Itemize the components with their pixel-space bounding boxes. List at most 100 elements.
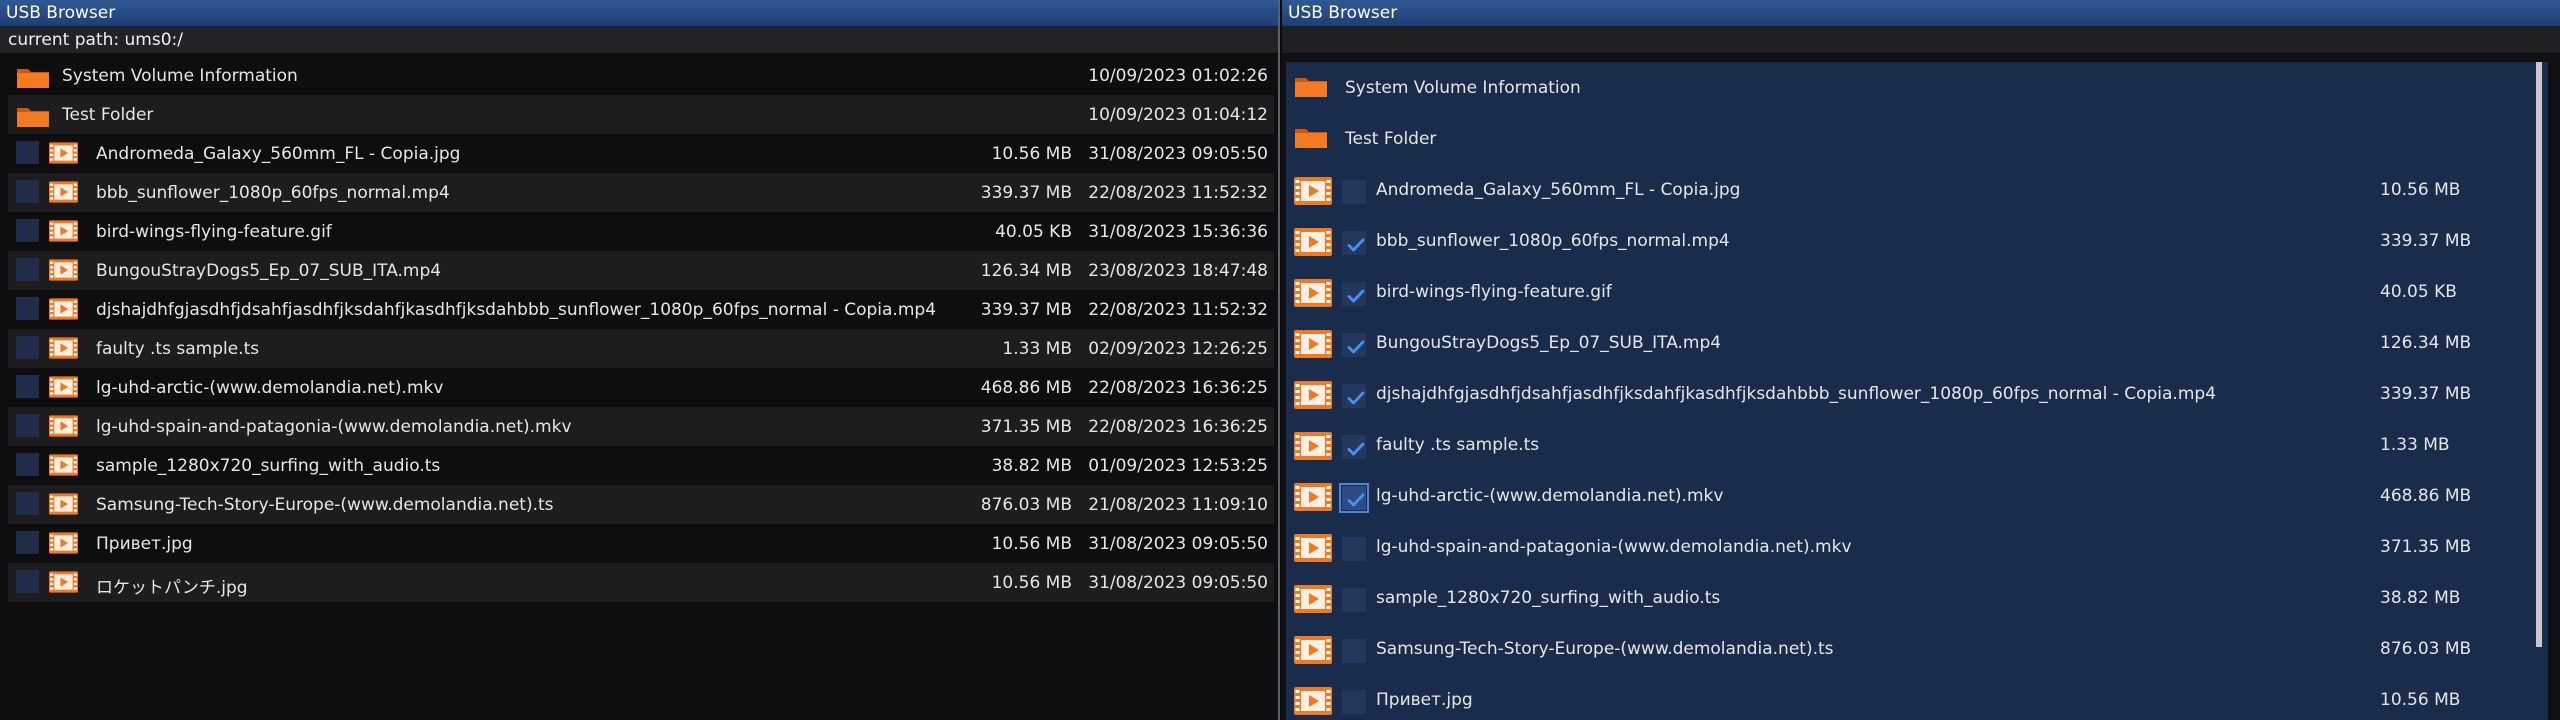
- file-name: faulty .ts sample.ts: [1376, 435, 1540, 455]
- file-row[interactable]: lg-uhd-spain-and-patagonia-(www.demoland…: [8, 407, 1274, 446]
- selection-checkbox[interactable]: [16, 531, 39, 554]
- file-name: sample_1280x720_surfing_with_audio.ts: [1376, 588, 1721, 608]
- selection-checkbox[interactable]: [16, 414, 39, 437]
- file-row[interactable]: lg-uhd-arctic-(www.demolandia.net).mkv 46…: [8, 368, 1274, 407]
- file-size: 339.37 MB: [980, 300, 1072, 320]
- video-file-icon: [1294, 483, 1332, 516]
- file-row[interactable]: BungouStrayDogs5_Ep_07_SUB_ITA.mp4 126.34…: [1286, 319, 2526, 370]
- file-row[interactable]: djshajdhfgjasdhfjdsahfjasdhfjksdahfjkasd…: [8, 290, 1274, 329]
- file-name: djshajdhfgjasdhfjdsahfjasdhfjksdahfjkasd…: [1376, 384, 2217, 404]
- video-file-icon: [49, 259, 78, 286]
- video-file-icon: [1294, 687, 1332, 720]
- file-size: 40.05 KB: [2380, 282, 2457, 302]
- file-date: 10/09/2023 01:04:12: [1088, 105, 1268, 125]
- file-row[interactable]: Samsung-Tech-Story-Europe-(www.demolandi…: [1286, 625, 2526, 676]
- selection-checkbox[interactable]: [16, 492, 39, 515]
- file-row[interactable]: Andromeda_Galaxy_560mm_FL - Copia.jpg 10.…: [1286, 166, 2526, 217]
- file-size: 10.56 MB: [2380, 180, 2461, 200]
- file-size: 371.35 MB: [980, 417, 1072, 437]
- file-size: 10.56 MB: [2380, 690, 2461, 710]
- file-row[interactable]: Andromeda_Galaxy_560mm_FL - Copia.jpg 10.…: [8, 134, 1274, 173]
- file-name: bird-wings-flying-feature.gif: [96, 222, 332, 242]
- file-row[interactable]: BungouStrayDogs5_Ep_07_SUB_ITA.mp4 126.34…: [8, 251, 1274, 290]
- selection-checkbox[interactable]: [16, 141, 39, 164]
- file-size: 126.34 MB: [2380, 333, 2472, 353]
- file-name: System Volume Information: [1345, 78, 1581, 98]
- file-row[interactable]: sample_1280x720_surfing_with_audio.ts 38.…: [1286, 574, 2526, 625]
- file-row[interactable]: faulty .ts sample.ts 1.33 MB 02/09/2023 12…: [8, 329, 1274, 368]
- selection-checkbox[interactable]: [1342, 180, 1366, 204]
- selection-checkbox[interactable]: [16, 570, 39, 593]
- selection-checkbox[interactable]: [1342, 231, 1366, 255]
- scrollbar[interactable]: [2536, 62, 2542, 647]
- file-name: System Volume Information: [62, 66, 298, 86]
- file-size: 38.82 MB: [2380, 588, 2461, 608]
- selection-checkbox[interactable]: [16, 258, 39, 281]
- file-date: 21/08/2023 11:09:10: [1088, 495, 1268, 515]
- window-title: USB Browser: [1282, 0, 2560, 27]
- file-row[interactable]: Samsung-Tech-Story-Europe-(www.demolandi…: [8, 485, 1274, 524]
- file-name: bbb_sunflower_1080p_60fps_normal.mp4: [1376, 231, 1730, 251]
- file-date: 23/08/2023 18:47:48: [1088, 261, 1268, 281]
- selection-checkbox[interactable]: [1342, 435, 1366, 459]
- selection-checkbox[interactable]: [16, 336, 39, 359]
- selection-checkbox[interactable]: [16, 453, 39, 476]
- video-file-icon: [1294, 534, 1332, 567]
- video-file-icon: [49, 181, 78, 208]
- file-size: 339.37 MB: [980, 183, 1072, 203]
- file-row[interactable]: bbb_sunflower_1080p_60fps_normal.mp4 339.…: [8, 173, 1274, 212]
- file-size: 876.03 MB: [2380, 639, 2472, 659]
- file-row[interactable]: faulty .ts sample.ts 1.33 MB: [1286, 421, 2526, 472]
- selection-checkbox[interactable]: [1342, 384, 1366, 408]
- file-row[interactable]: lg-uhd-spain-and-patagonia-(www.demoland…: [1286, 523, 2526, 574]
- selection-checkbox[interactable]: [16, 297, 39, 320]
- file-size: 40.05 KB: [995, 222, 1072, 242]
- file-row[interactable]: bird-wings-flying-feature.gif 40.05 KB: [1286, 268, 2526, 319]
- selection-checkbox[interactable]: [16, 219, 39, 242]
- file-size: 468.86 MB: [2380, 486, 2472, 506]
- file-name: lg-uhd-arctic-(www.demolandia.net).mkv: [1376, 486, 1724, 506]
- file-row[interactable]: sample_1280x720_surfing_with_audio.ts 38.…: [8, 446, 1274, 485]
- file-size: 339.37 MB: [2380, 231, 2472, 251]
- file-name: Samsung-Tech-Story-Europe-(www.demolandi…: [1376, 639, 1834, 659]
- selection-checkbox[interactable]: [1342, 588, 1366, 612]
- file-row[interactable]: lg-uhd-arctic-(www.demolandia.net).mkv 46…: [1286, 472, 2526, 523]
- file-row[interactable]: djshajdhfgjasdhfjdsahfjasdhfjksdahfjkasd…: [1286, 370, 2526, 421]
- selection-checkbox[interactable]: [1342, 537, 1366, 561]
- file-size: 371.35 MB: [2380, 537, 2472, 557]
- file-name: lg-uhd-spain-and-patagonia-(www.demoland…: [1376, 537, 1852, 557]
- video-file-icon: [1294, 432, 1332, 465]
- video-file-icon: [49, 220, 78, 247]
- file-name: BungouStrayDogs5_Ep_07_SUB_ITA.mp4: [1376, 333, 1722, 353]
- file-row[interactable]: bird-wings-flying-feature.gif 40.05 KB 31/…: [8, 212, 1274, 251]
- file-name: Test Folder: [62, 105, 154, 125]
- file-row[interactable]: ロケットパンチ.jpg 10.56 MB 31/08/2023 09:05:50: [8, 563, 1274, 602]
- folder-row[interactable]: Test Folder 10/09/2023 01:04:12: [8, 95, 1274, 134]
- video-file-icon: [1294, 279, 1332, 312]
- file-size: 10.56 MB: [991, 534, 1072, 554]
- selection-checkbox[interactable]: [1342, 639, 1366, 663]
- selection-checkbox[interactable]: [1342, 333, 1366, 357]
- file-row[interactable]: bbb_sunflower_1080p_60fps_normal.mp4 339.…: [1286, 217, 2526, 268]
- selection-list: System Volume Information Test Folder Andr…: [1286, 62, 2548, 720]
- folder-row[interactable]: System Volume Information: [1286, 64, 2526, 115]
- video-file-icon: [49, 337, 78, 364]
- video-file-icon: [1294, 330, 1332, 363]
- video-file-icon: [49, 142, 78, 169]
- selection-checkbox[interactable]: [1342, 282, 1366, 306]
- selection-checkbox[interactable]: [16, 375, 39, 398]
- video-file-icon: [1294, 177, 1332, 210]
- folder-row[interactable]: Test Folder: [1286, 115, 2526, 166]
- file-size: 339.37 MB: [2380, 384, 2472, 404]
- selection-checkbox[interactable]: [16, 180, 39, 203]
- folder-row[interactable]: System Volume Information 10/09/2023 01:0…: [8, 56, 1274, 95]
- folder-icon: [1294, 74, 1328, 103]
- selection-checkbox[interactable]: [1339, 483, 1369, 513]
- file-size: 10.56 MB: [991, 144, 1072, 164]
- window-title: USB Browser: [0, 0, 1278, 27]
- file-row[interactable]: Привет.jpg 10.56 MB: [1286, 676, 2526, 720]
- file-name: bird-wings-flying-feature.gif: [1376, 282, 1612, 302]
- file-name: Andromeda_Galaxy_560mm_FL - Copia.jpg: [1376, 180, 1741, 200]
- file-row[interactable]: Привет.jpg 10.56 MB 31/08/2023 09:05:50: [8, 524, 1274, 563]
- selection-checkbox[interactable]: [1342, 690, 1366, 714]
